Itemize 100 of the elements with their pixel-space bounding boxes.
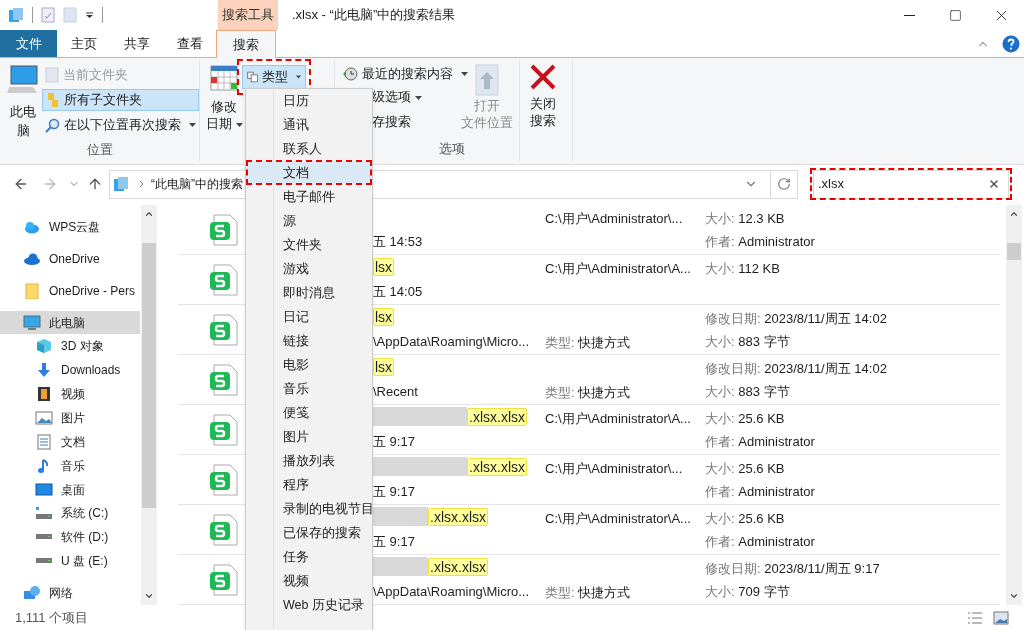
type-button[interactable]: 类型 [242,65,306,89]
clear-icon[interactable] [988,178,1000,190]
file-path: C:\用户\Administrator\... [545,209,684,228]
help-icon[interactable] [1002,34,1020,53]
scroll-down-icon[interactable] [144,591,154,601]
nav-item[interactable]: OneDrive [0,246,140,271]
scroll-down-icon[interactable] [1009,591,1019,601]
scroll-thumb[interactable] [1007,243,1021,260]
caret-icon [189,123,196,127]
cube-icon [35,338,53,355]
this-pc-button[interactable]: 此电 脑 [4,62,42,141]
menu-item[interactable]: 便笺 [246,401,372,425]
file-property: 大小: 883 字节 [705,332,791,350]
scrollbar[interactable] [141,205,157,605]
file-detail: \AppData\Roaming\Micro... [373,583,531,602]
back-icon[interactable] [13,176,29,192]
menu-item[interactable]: 音乐 [246,377,372,401]
thumbnail-view-icon[interactable] [993,610,1009,625]
search-field[interactable]: .xlsx [813,169,1009,199]
film-icon [35,386,53,403]
up-icon[interactable] [87,176,103,192]
menu-item[interactable]: 文件夹 [246,233,372,257]
nav-item[interactable]: 音乐 [0,453,140,478]
item-count: 1,111 个项目 [15,608,89,627]
ribbon-tab[interactable]: 共享 [110,30,163,57]
file-name[interactable]: .xlsx.xlsx [428,557,488,576]
nav-item[interactable]: Downloads [0,358,140,383]
scroll-thumb[interactable] [142,243,156,508]
scroll-up-icon[interactable] [144,209,154,219]
modified-date-button[interactable]: 修改 日期 [204,61,244,161]
spreadsheet-file-icon [210,263,240,296]
refresh-icon[interactable] [777,177,791,191]
file-property: 修改日期: 2023/8/11/周五 14:02 [705,309,887,327]
file-detail: 五 14:53 [373,233,424,252]
scrollbar[interactable] [1006,205,1022,605]
clock-icon [342,66,358,82]
file-property: 作者: Administrator [705,532,815,550]
menu-item[interactable]: 已保存的搜索 [246,521,372,545]
group-label: 位置 [86,142,113,159]
file-type-icon [247,69,259,85]
file-name[interactable]: lsx [373,357,395,376]
ribbon-tab[interactable]: 文件 [0,30,57,57]
nav-item[interactable]: 文档 [0,429,140,454]
ribbon-tab[interactable]: 主页 [57,30,110,57]
file-property: 修改日期: 2023/8/11/周五 14:02 [705,359,887,377]
nav-item[interactable]: 桌面 [0,477,140,502]
close-search-button[interactable]: 关闭 搜索 [530,61,556,161]
file-property: 修改日期: 2023/8/11/周五 9:17 [705,559,880,577]
file-name[interactable]: lsx [373,257,395,276]
nav-item[interactable]: 系统 (C:) [0,501,140,526]
menu-item[interactable]: 程序 [246,473,372,497]
menu-item[interactable]: 录制的电视节目 [246,497,372,521]
menu-item[interactable]: 任务 [246,545,372,569]
nav-item[interactable]: 图片 [0,406,140,430]
file-detail: 五 9:17 [373,483,416,502]
nav-item[interactable]: 3D 对象 [0,334,140,359]
menu-item[interactable]: 即时消息 [246,281,372,305]
nav-item[interactable]: U 盘 (E:) [0,549,140,574]
file-type: 类型: 快捷方式 [545,584,631,600]
file-name[interactable]: .xlsx.xlsx [467,407,527,426]
search-again-button[interactable]: 在以下位置再次搜索 [42,114,199,136]
scroll-up-icon[interactable] [1009,209,1019,219]
nav-item[interactable]: 软件 (D:) [0,525,140,550]
file-name[interactable]: .xlsx.xlsx [428,507,488,526]
nav-item[interactable]: 视频 [0,382,140,406]
all-subfolders-button[interactable]: 所有子文件夹 [42,89,199,111]
file-property: 大小: 25.6 KB [705,509,786,527]
nav-item[interactable]: OneDrive - Pers [0,278,140,303]
file-path: C:\用户\Administrator\A... [545,259,692,278]
menu-item[interactable]: 源 [246,209,372,233]
customize-dropdown-icon[interactable] [85,11,94,19]
menu-item[interactable]: 链接 [246,329,372,353]
properties-icon[interactable] [41,7,55,23]
ribbon-tab[interactable]: 搜索 [216,30,276,58]
menu-item[interactable]: 图片 [246,425,372,449]
menu-item[interactable]: 电影 [246,353,372,377]
menu-item[interactable]: Web 历史记录 [246,593,372,617]
ribbon-tab[interactable]: 查看 [163,30,216,57]
nav-item[interactable]: WPS云盘 [0,215,140,239]
file-property: 大小: 12.3 KB [705,209,786,227]
file-property: 作者: Administrator [705,432,815,450]
file-type: 类型: 快捷方式 [545,384,631,400]
spreadsheet-file-icon [210,413,240,446]
menu-item[interactable]: 游戏 [246,257,372,281]
file-name[interactable]: lsx [373,307,395,326]
menu-item[interactable]: 日记 [246,305,372,329]
file-path: C:\用户\Administrator\A... [545,409,692,428]
file-name[interactable]: .xlsx.xlsx [467,457,527,476]
nav-item[interactable]: 此电脑 [0,310,140,335]
close-icon [530,64,556,90]
spreadsheet-file-icon [210,513,240,546]
nav-item[interactable]: 网络 [0,581,140,605]
menu-item[interactable]: 播放列表 [246,449,372,473]
picture-icon [35,409,53,426]
document-icon [35,433,53,450]
file-detail: \AppData\Roaming\Micro... [373,333,531,352]
menu-item[interactable]: 联系人 [246,137,372,161]
menu-item[interactable]: 通讯 [246,113,372,137]
menu-item[interactable]: 视频 [246,569,372,593]
caret-icon [415,95,422,100]
